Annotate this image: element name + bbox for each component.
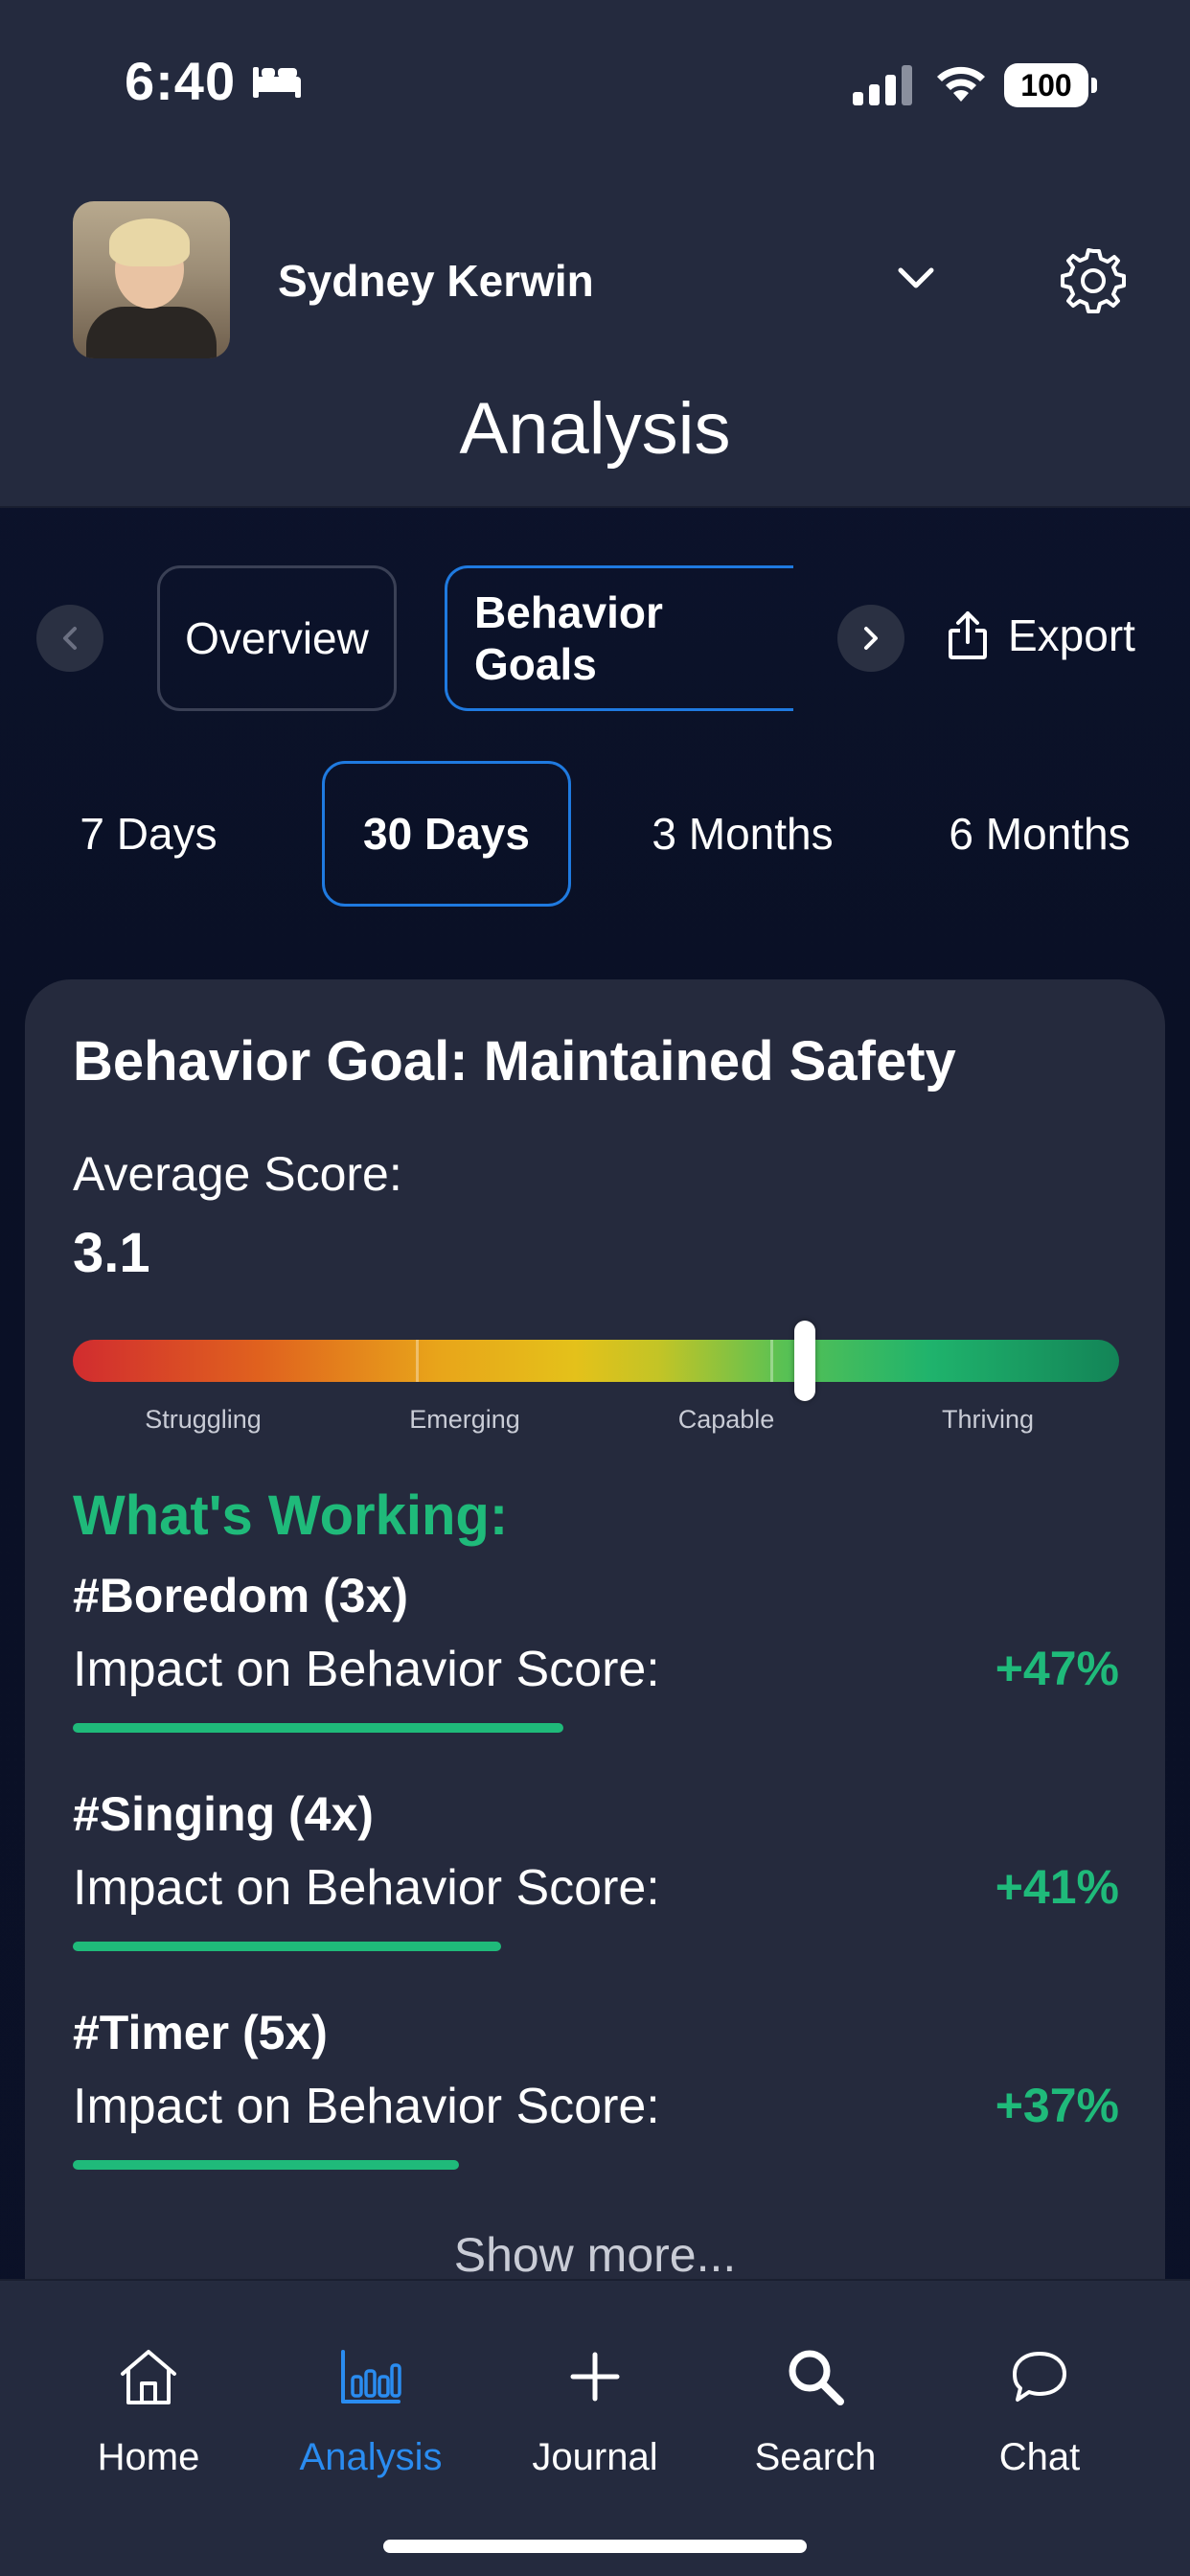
tabbar-label: Analysis: [299, 2436, 443, 2478]
tabbar-icon: [1010, 2338, 1069, 2415]
share-icon: [949, 611, 987, 659]
tabbar-item-analysis[interactable]: Analysis: [265, 2338, 476, 2479]
range-6-months[interactable]: 6 Months: [929, 761, 1150, 907]
score-scale-labels: Struggling Emerging Capable Thriving: [73, 1405, 1119, 1443]
whats-working-heading: What's Working:: [73, 1484, 509, 1547]
tabbar-item-chat[interactable]: Chat: [934, 2338, 1145, 2479]
scale-label-emerging: Emerging: [409, 1405, 520, 1434]
home-indicator: [383, 2540, 807, 2553]
page-title: Analysis: [459, 388, 731, 470]
scale-tick: [416, 1340, 419, 1382]
avatar-shirt: [86, 307, 217, 358]
tabbar-icon: [340, 2338, 401, 2415]
avatar-hair: [109, 218, 190, 266]
sleep-mode-icon: [253, 67, 301, 98]
impact-value: +41%: [995, 1860, 1119, 1914]
user-name[interactable]: Sydney Kerwin: [278, 255, 594, 307]
tabbar-icon: [786, 2338, 845, 2415]
app-header: 6:40 100 Sydney Kerwin Analysis: [0, 0, 1190, 508]
tab-overview[interactable]: Overview: [157, 565, 397, 711]
wifi-icon: [937, 66, 985, 102]
chevron-right-icon: [864, 627, 878, 650]
score-scale: [73, 1321, 1119, 1401]
item-tag: #Singing (4x): [73, 1787, 374, 1841]
impact-value: +47%: [995, 1642, 1119, 1695]
impact-label: Impact on Behavior Score:: [73, 1642, 660, 1697]
range-3-months[interactable]: 3 Months: [632, 761, 853, 907]
home-icon: [121, 2350, 176, 2404]
item-tag: #Boredom (3x): [73, 1569, 409, 1622]
average-score-label: Average Score:: [73, 1147, 402, 1201]
tabs-next-button[interactable]: [837, 605, 904, 672]
tabs-prev-button[interactable]: [36, 605, 103, 672]
tabbar-label: Journal: [532, 2436, 658, 2478]
score-marker: [794, 1321, 816, 1401]
export-label: Export: [1008, 610, 1135, 660]
average-score-value: 3.1: [73, 1222, 150, 1284]
tabbar-item-home[interactable]: Home: [43, 2338, 254, 2479]
bar-chart-icon: [341, 2350, 401, 2404]
range-7-days[interactable]: 7 Days: [38, 761, 259, 907]
chat-icon: [1013, 2352, 1066, 2402]
search-icon: [789, 2350, 844, 2405]
show-more-link[interactable]: Show more...: [25, 2227, 1165, 2283]
export-button[interactable]: Export: [947, 610, 1135, 661]
scale-label-capable: Capable: [677, 1405, 775, 1434]
chevron-down-icon[interactable]: [897, 266, 935, 291]
score-scale-bar: [73, 1340, 1119, 1382]
impact-bar: [73, 2160, 460, 2170]
list-item[interactable]: #Timer (5x) Impact on Behavior Score: +3…: [73, 2005, 1119, 2196]
tabbar-item-search[interactable]: Search: [710, 2338, 921, 2479]
status-time: 6:40: [125, 51, 237, 111]
cellular-signal-icon: [853, 65, 912, 105]
bottom-tab-bar: Home Analysis Journal Search Chat: [0, 2279, 1190, 2576]
tabbar-icon: [569, 2338, 621, 2415]
item-tag: #Timer (5x): [73, 2006, 328, 2059]
impact-label: Impact on Behavior Score:: [73, 1860, 660, 1916]
list-item[interactable]: #Singing (4x) Impact on Behavior Score: …: [73, 1786, 1119, 1978]
tabbar-icon: [117, 2338, 180, 2415]
analysis-tabs: Overview Behavior Goals Export: [0, 565, 1190, 715]
chevron-left-icon: [63, 627, 77, 650]
list-item[interactable]: #Boredom (3x) Impact on Behavior Score: …: [73, 1568, 1119, 1760]
scale-tick: [770, 1340, 773, 1382]
plus-icon: [570, 2352, 620, 2402]
impact-value: +37%: [995, 2079, 1119, 2132]
tabbar-label: Chat: [998, 2436, 1081, 2478]
range-30-days[interactable]: 30 Days: [322, 761, 571, 907]
scale-label-struggling: Struggling: [145, 1405, 262, 1434]
time-range-selector: 7 Days 30 Days 3 Months 6 Months: [0, 761, 1190, 907]
impact-bar: [73, 1723, 564, 1733]
status-bar: 6:40 100: [0, 0, 1190, 172]
tabbar-label: Search: [754, 2436, 877, 2478]
tab-behavior-goals[interactable]: Behavior Goals: [445, 565, 793, 711]
card-title: Behavior Goal: Maintained Safety: [73, 1030, 956, 1092]
tabbar-item-journal[interactable]: Journal: [490, 2338, 700, 2479]
impact-bar: [73, 1942, 501, 1951]
avatar[interactable]: [73, 201, 230, 358]
scale-label-thriving: Thriving: [941, 1405, 1035, 1434]
gear-icon[interactable]: [1058, 245, 1129, 316]
impact-label: Impact on Behavior Score:: [73, 2079, 660, 2134]
tabbar-label: Home: [97, 2436, 200, 2478]
battery-indicator: 100: [1004, 63, 1097, 107]
